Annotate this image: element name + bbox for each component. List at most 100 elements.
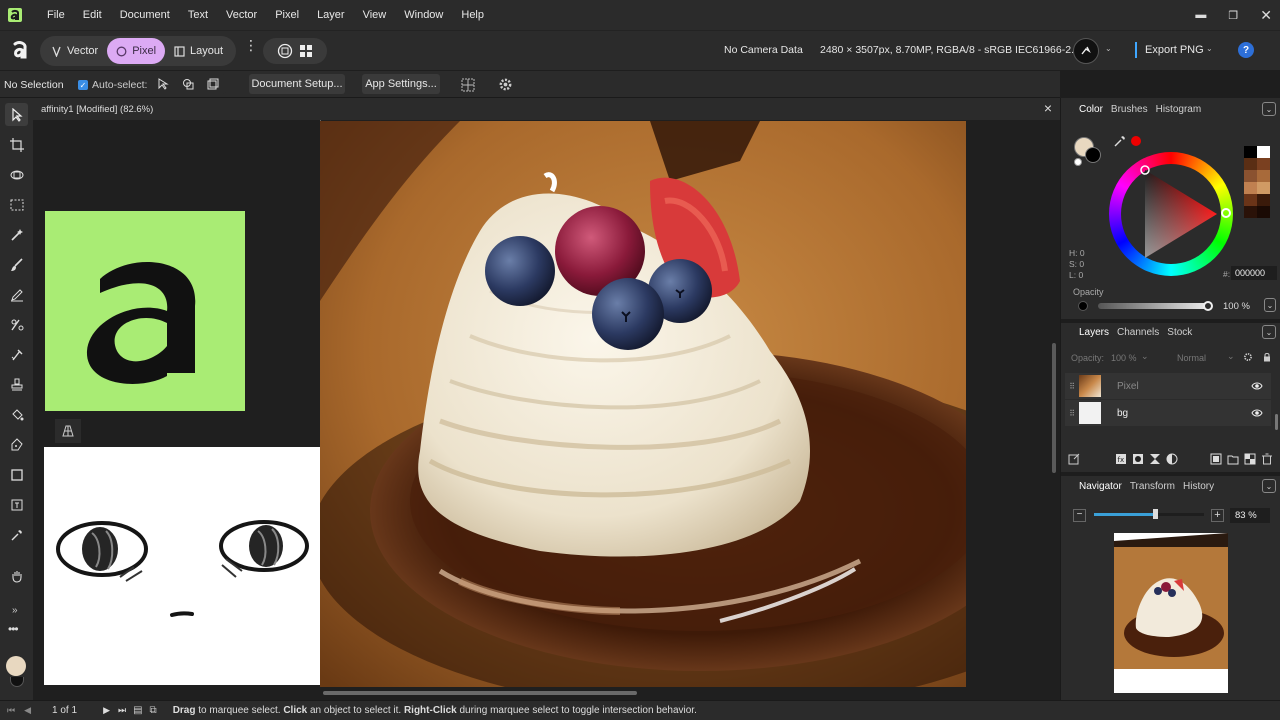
menu-edit[interactable]: Edit (74, 9, 111, 21)
crop-tool[interactable] (5, 133, 28, 156)
color-triangle[interactable] (1121, 164, 1221, 264)
grid-view-icon[interactable] (299, 44, 313, 58)
swatch-0[interactable] (1244, 146, 1257, 158)
erase-tool[interactable] (5, 313, 28, 336)
tab-navigator[interactable]: Navigator (1079, 481, 1122, 492)
fx-icon[interactable]: fx (1115, 453, 1127, 465)
auto-select-checkbox[interactable]: ✓ (78, 80, 88, 90)
export-chevron-icon[interactable]: ⌄ (1206, 44, 1213, 53)
adjustment-icon[interactable] (1149, 453, 1161, 465)
blend-mode-select[interactable]: Normal (1177, 353, 1206, 363)
spread-view-icon[interactable]: ⧉ (150, 705, 157, 716)
app-settings-button[interactable]: App Settings... (362, 74, 440, 94)
document-setup-button[interactable]: Document Setup... (249, 74, 345, 94)
export-png-button[interactable]: Export PNG (1145, 44, 1204, 56)
layer-opacity-value[interactable]: 100 % (1111, 353, 1137, 363)
swatch-2[interactable] (1244, 158, 1257, 170)
gear-icon[interactable] (498, 77, 513, 92)
tab-transform[interactable]: Transform (1130, 481, 1175, 492)
opacity-slider-handle[interactable] (1203, 301, 1213, 311)
restore-icon[interactable]: ❐ (1228, 9, 1238, 22)
app-logo-icon[interactable] (0, 0, 30, 30)
tab-brushes[interactable]: Brushes (1111, 104, 1148, 115)
hex-input[interactable]: 000000 (1231, 266, 1277, 280)
layers-scrollbar[interactable] (1275, 414, 1278, 430)
help-icon[interactable]: ? (1238, 42, 1254, 58)
layers-panel-menu-icon[interactable]: ⌄ (1262, 325, 1276, 339)
pixel-layer-icon[interactable] (1210, 453, 1222, 465)
color-picker-icon[interactable] (1113, 134, 1127, 148)
visibility-eye-icon[interactable] (1251, 381, 1263, 391)
select-arrow-icon[interactable] (157, 78, 169, 90)
swatch-5[interactable] (1257, 170, 1270, 182)
rectangle-tool[interactable] (5, 463, 28, 486)
face-sketch-reference[interactable] (44, 447, 324, 685)
reference-toggle-button[interactable] (55, 419, 81, 443)
next-page-icon[interactable]: ▶ (103, 705, 110, 716)
lock-icon[interactable] (1262, 352, 1272, 362)
blend-mode-chevron-icon[interactable]: ⌄ (1227, 351, 1235, 362)
fill-tool[interactable] (5, 403, 28, 426)
zoom-out-icon[interactable]: − (1073, 509, 1086, 522)
last-page-icon[interactable]: ⏭ (118, 705, 126, 716)
layout-persona-button[interactable]: Layout (165, 38, 232, 64)
paint-brush-tool[interactable] (5, 253, 28, 276)
zoom-slider-handle[interactable] (1153, 509, 1158, 519)
menu-layer[interactable]: Layer (308, 9, 354, 21)
menu-pixel[interactable]: Pixel (266, 9, 308, 21)
navigator-panel-menu-icon[interactable]: ⌄ (1262, 479, 1276, 493)
marquee-tool[interactable] (5, 193, 28, 216)
swatch-6[interactable] (1244, 182, 1257, 194)
tab-stock[interactable]: Stock (1167, 327, 1192, 338)
intersect-icon[interactable] (182, 78, 194, 90)
first-page-icon[interactable]: ⏮ (7, 705, 15, 716)
view-tool[interactable] (5, 564, 28, 587)
pages-panel-icon[interactable]: ▤ (133, 705, 142, 716)
affinity-mark-icon[interactable] (9, 39, 31, 64)
menu-window[interactable]: Window (395, 9, 452, 21)
drag-handle-icon[interactable]: ⠿ (1065, 409, 1079, 418)
navigator-preview[interactable] (1114, 533, 1228, 693)
expand-tools-icon[interactable]: » (12, 605, 18, 616)
reset-colors-icon[interactable] (1074, 158, 1082, 166)
tab-layers[interactable]: Layers (1079, 327, 1109, 338)
pixel-tool[interactable] (5, 283, 28, 306)
checker-layer-icon[interactable] (1244, 453, 1256, 465)
swatch-4[interactable] (1244, 170, 1257, 182)
opacity-slider[interactable] (1098, 303, 1210, 309)
menu-view[interactable]: View (354, 9, 396, 21)
hue-handle[interactable] (1221, 208, 1231, 218)
vector-persona-button[interactable]: Vector (42, 38, 107, 64)
selection-brush-tool[interactable] (5, 163, 28, 186)
mask-icon[interactable] (1132, 453, 1144, 465)
more-options-icon[interactable]: ⋮ (244, 38, 258, 52)
swatch-1[interactable] (1257, 146, 1270, 158)
swatch-9[interactable] (1257, 194, 1270, 206)
menu-vector[interactable]: Vector (217, 9, 266, 21)
hide-ui-icon[interactable] (277, 43, 293, 59)
minimize-icon[interactable]: ▬ (1195, 9, 1206, 21)
swatch-11[interactable] (1257, 206, 1270, 218)
pixel-persona-button[interactable]: Pixel (107, 38, 166, 64)
visibility-eye-icon[interactable] (1251, 408, 1263, 418)
swatch-10[interactable] (1244, 206, 1257, 218)
tab-history[interactable]: History (1183, 481, 1214, 492)
dodge-tool[interactable] (5, 343, 28, 366)
live-filter-icon[interactable] (1166, 453, 1178, 465)
move-tool[interactable] (5, 103, 28, 126)
opacity-dropdown-icon[interactable]: ⌄ (1264, 298, 1276, 312)
layer-row-pixel[interactable]: ⠿ Pixel (1065, 373, 1271, 399)
layer-row-bg[interactable]: ⠿ bg (1065, 400, 1271, 426)
tab-histogram[interactable]: Histogram (1156, 104, 1202, 115)
layer-opacity-chevron-icon[interactable]: ⌄ (1141, 351, 1149, 362)
group-icon[interactable] (1227, 453, 1239, 465)
more-tools-icon[interactable]: ••• (8, 622, 19, 636)
zoom-level-input[interactable]: 83 % (1230, 508, 1270, 523)
quick-menu-chevron-icon[interactable]: ⌄ (1105, 44, 1112, 53)
logo-reference-card[interactable] (45, 211, 245, 411)
tab-color[interactable]: Color (1079, 104, 1103, 115)
menu-document[interactable]: Document (111, 9, 179, 21)
flood-select-tool[interactable] (5, 223, 28, 246)
document-tab[interactable]: affinity1 [Modified] (82.6%) × (33, 98, 1060, 120)
quick-menu-button[interactable] (1073, 38, 1099, 64)
